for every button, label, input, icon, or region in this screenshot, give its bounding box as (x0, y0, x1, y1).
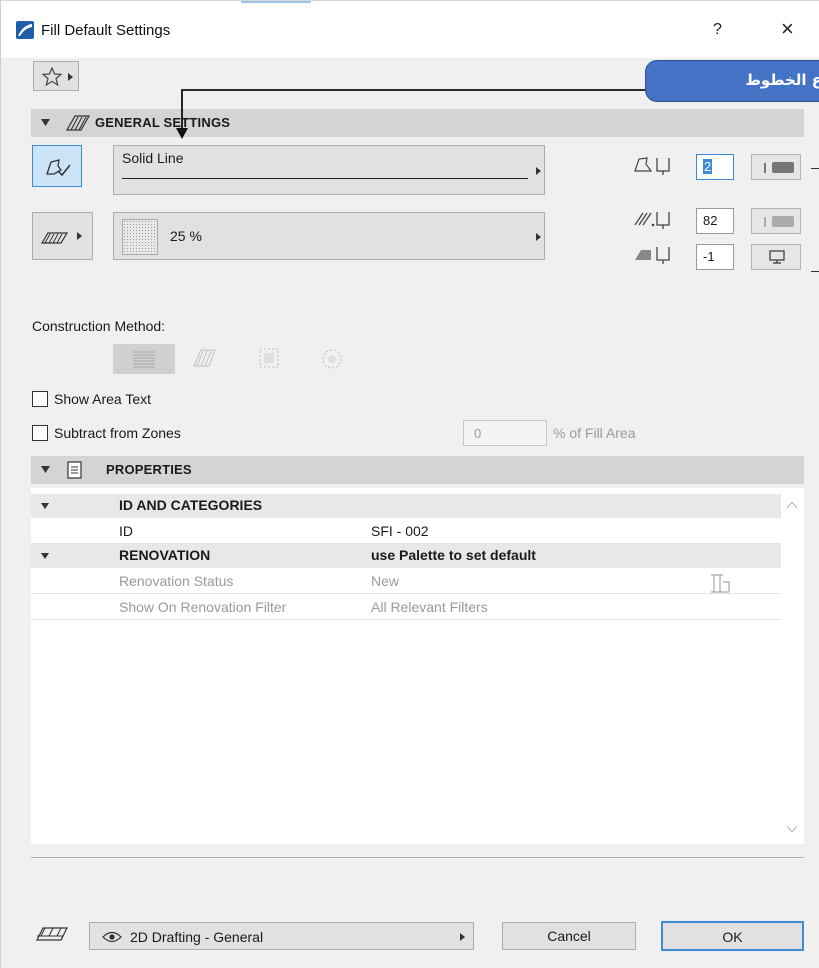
row-value: New (371, 573, 400, 589)
selector-arrow-icon (536, 167, 541, 175)
window-title: Fill Default Settings (41, 22, 171, 39)
hatch-method-icon[interactable] (191, 346, 219, 372)
bracket-line-bottom (811, 271, 819, 272)
table-row-group[interactable]: ID AND CATEGORIES (31, 494, 781, 518)
lines-pattern-icon (133, 351, 155, 368)
row-value: All Relevant Filters (371, 599, 488, 615)
show-area-text-label: Show Area Text (54, 391, 152, 407)
fill-3d-icon (41, 232, 69, 244)
renovation-icon (711, 574, 730, 593)
layer-selector[interactable]: 2D Drafting - General (89, 922, 474, 950)
ok-button[interactable]: OK (661, 921, 804, 951)
app-logo-icon (16, 21, 34, 39)
subtract-percent-suffix: % of Fill Area (553, 425, 636, 441)
collapse-arrow-icon (41, 466, 50, 473)
fill-pattern-menu-button[interactable] (32, 212, 93, 260)
menu-arrow-icon (77, 232, 82, 240)
favorites-button[interactable] (33, 61, 79, 91)
play-arrow-icon (68, 73, 73, 81)
table-row[interactable]: ID SFI - 002 (31, 520, 781, 544)
bracket-line (811, 168, 819, 169)
construction-method-simple[interactable] (113, 344, 175, 374)
layer-arrow-icon (460, 933, 465, 941)
contour-pen-toggle[interactable] (751, 154, 801, 180)
table-row[interactable]: Renovation Status New (31, 570, 781, 594)
selector-arrow-icon (536, 233, 541, 241)
row-name: Renovation Status (119, 573, 234, 589)
table-row-group[interactable]: RENOVATION use Palette to set default (31, 544, 781, 568)
properties-scrollbar[interactable] (781, 488, 804, 844)
subtract-percent-input[interactable]: 0 (463, 420, 547, 446)
background-pen-icon (635, 247, 670, 264)
background-pen-toggle[interactable] (751, 244, 801, 270)
cancel-button[interactable]: Cancel (502, 922, 636, 950)
row-name: ID AND CATEGORIES (119, 497, 263, 513)
title-accent-line (241, 1, 311, 3)
scroll-up-icon[interactable] (787, 502, 797, 508)
document-icon (67, 461, 82, 479)
properties-header[interactable]: PROPERTIES (31, 456, 804, 484)
properties-table: ID AND CATEGORIES ID SFI - 002 RENOVATIO… (31, 488, 804, 844)
annotation-arrow (176, 89, 645, 139)
subtract-from-zones-label: Subtract from Zones (54, 425, 181, 441)
annotation-callout: ع الخطوط (645, 60, 819, 102)
group-expand-icon (41, 553, 49, 559)
monitor-icon (769, 250, 785, 264)
row-name: Show On Renovation Filter (119, 599, 287, 615)
show-area-text-checkbox[interactable] (32, 391, 48, 407)
layer-icon (36, 927, 68, 941)
line-preview (122, 178, 528, 179)
title-bar: Fill Default Settings ? × (1, 0, 819, 58)
collapse-arrow-icon (41, 119, 50, 126)
contour-pen-icon (634, 157, 670, 175)
properties-title: PROPERTIES (106, 462, 192, 477)
row-value: SFI - 002 (371, 523, 429, 539)
row-name: ID (119, 523, 133, 539)
foreground-pen-input[interactable]: 82 (696, 208, 734, 234)
foreground-pen-icon (634, 212, 670, 229)
fill-check-icon (46, 159, 71, 177)
foreground-pen-toggle[interactable] (751, 208, 801, 234)
image-method-icon[interactable] (319, 346, 347, 372)
construction-method-label: Construction Method: (32, 318, 166, 334)
background-pen-input[interactable]: -1 (696, 244, 734, 270)
fill-type-button[interactable] (32, 145, 82, 187)
line-type-label: Solid Line (122, 150, 184, 166)
row-value: use Palette to set default (371, 547, 536, 563)
group-expand-icon (41, 503, 49, 509)
fill-hatch-icon (65, 115, 91, 131)
subtract-from-zones-checkbox[interactable] (32, 425, 48, 441)
pattern-swatch (122, 219, 158, 255)
star-icon (42, 67, 62, 86)
line-type-selector[interactable]: Solid Line (113, 145, 545, 195)
eye-icon (102, 931, 122, 943)
table-row[interactable]: Show On Renovation Filter All Relevant F… (31, 596, 781, 620)
scroll-down-icon[interactable] (787, 826, 797, 832)
help-button[interactable]: ? (713, 21, 722, 39)
close-button[interactable]: × (781, 16, 794, 42)
row-name: RENOVATION (119, 547, 211, 563)
layer-name: 2D Drafting - General (130, 929, 264, 945)
contour-pen-input[interactable]: 2 (696, 154, 734, 180)
callout-text: ع الخطوط (745, 71, 819, 89)
fill-pattern-selector[interactable]: 25 % (113, 212, 545, 260)
fill-percent-label: 25 % (170, 228, 202, 244)
footer-divider (31, 857, 804, 858)
dialog-window: Fill Default Settings ? × GENERAL SETTIN… (0, 0, 819, 968)
gradient-method-icon[interactable] (256, 346, 284, 372)
